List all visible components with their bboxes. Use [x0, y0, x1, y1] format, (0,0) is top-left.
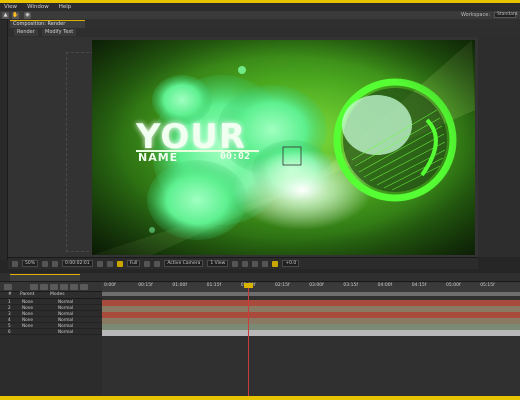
search-layers-icon[interactable]: [4, 284, 12, 290]
menu-bar: View Window Help: [0, 3, 520, 11]
ruler-tick-label: 03:00f: [309, 283, 324, 288]
frame-blending-icon[interactable]: [60, 284, 68, 290]
workspace-dropdown[interactable]: Standard: [494, 12, 517, 18]
grid-icon[interactable]: [42, 260, 49, 267]
timeline-icon[interactable]: [252, 260, 259, 267]
preview-text-name: NAME: [138, 151, 179, 164]
draft-3d-icon[interactable]: [40, 284, 48, 290]
comp-mini-flowchart-icon[interactable]: [30, 284, 38, 290]
subtab-modify-text[interactable]: Modify Text: [42, 29, 77, 36]
composition-subtab-bar: [8, 28, 520, 37]
left-panel-strip: [0, 20, 8, 260]
layer-mode[interactable]: Normal: [58, 329, 73, 335]
selection-tool-icon[interactable]: ▲: [2, 12, 9, 19]
pasteboard-guide: [66, 52, 94, 252]
current-time-indicator-head[interactable]: [244, 283, 253, 288]
window-bottom-border: [0, 396, 520, 400]
column-number: #: [8, 292, 12, 297]
region-of-interest-icon[interactable]: [144, 260, 151, 267]
toggle-pixel-icon[interactable]: [232, 260, 239, 267]
flowchart-icon[interactable]: [262, 260, 269, 267]
mask-icon[interactable]: [52, 260, 59, 267]
show-snapshot-icon[interactable]: [106, 260, 113, 267]
layer-track-bar[interactable]: [102, 330, 520, 336]
column-parent: Parent: [20, 292, 35, 297]
preview-text-timecode: 00:02: [220, 151, 251, 162]
column-modes: Modes: [50, 292, 65, 297]
current-time-field[interactable]: 0:00:02:01: [62, 260, 93, 267]
composition-preview[interactable]: YOUR NAME 00:02: [92, 40, 475, 255]
ruler-tick-label: 01:15f: [206, 283, 222, 288]
layer-number: 6: [8, 329, 11, 334]
ruler-tick-label: 00:15f: [138, 283, 153, 288]
always-preview-icon[interactable]: [12, 260, 18, 267]
zoom-dropdown[interactable]: 50%: [22, 260, 39, 267]
ruler-tick-label: 02:15f: [275, 283, 290, 288]
resolution-dropdown[interactable]: Full: [126, 260, 141, 267]
right-panel-strip: [478, 37, 520, 257]
tab-timeline-render[interactable]: [10, 274, 80, 281]
ruler-tick-label: 05:15f: [480, 283, 495, 288]
exposure-field[interactable]: +0.0: [282, 260, 300, 267]
menu-window[interactable]: Window: [27, 4, 49, 10]
ruler-tick-label: 0:00f: [104, 283, 116, 288]
menu-view[interactable]: View: [4, 4, 17, 10]
channel-icon[interactable]: [116, 260, 123, 267]
viewer-control-bar: 50% 0:00:02:01 Full Active Camera 1 View…: [8, 257, 478, 269]
hand-tool-icon[interactable]: ✋: [12, 12, 19, 19]
menu-help[interactable]: Help: [59, 4, 72, 10]
exposure-icon[interactable]: [272, 260, 279, 267]
views-dropdown[interactable]: 1 View: [207, 260, 229, 267]
transparency-grid-icon[interactable]: [154, 260, 161, 267]
graph-editor-icon[interactable]: [80, 284, 88, 290]
camera-dropdown[interactable]: Active Camera: [164, 260, 204, 267]
ruler-tick-label: 01:00f: [172, 283, 187, 288]
fast-preview-icon[interactable]: [242, 260, 249, 267]
tab-composition-render[interactable]: Composition: Render: [10, 20, 85, 28]
ruler-tick-label: 03:15f: [343, 283, 358, 288]
ruler-tick-label: 04:15f: [411, 283, 427, 288]
subtab-render[interactable]: Render: [14, 29, 38, 36]
hide-shy-layers-icon[interactable]: [50, 284, 58, 290]
work-area-bar[interactable]: [102, 292, 520, 296]
zoom-tool-icon[interactable]: ◉: [24, 12, 31, 19]
ruler-tick-label: 04:00f: [377, 283, 393, 288]
snapshot-icon[interactable]: [96, 260, 103, 267]
ruler-tick-label: 05:00f: [446, 283, 461, 288]
layer-row[interactable]: 6 Normal: [0, 329, 102, 335]
current-time-indicator[interactable]: [248, 283, 249, 396]
motion-blur-icon[interactable]: [70, 284, 78, 290]
workspace-label: Workspace:: [460, 12, 490, 18]
